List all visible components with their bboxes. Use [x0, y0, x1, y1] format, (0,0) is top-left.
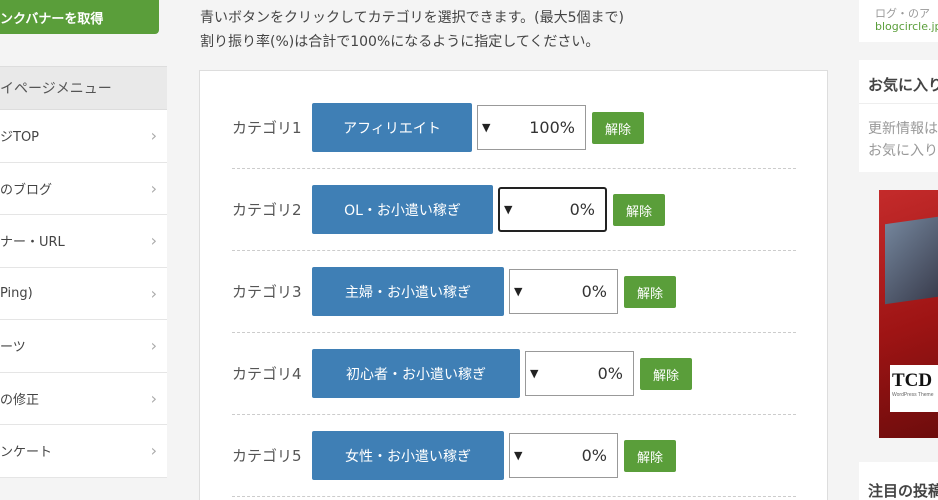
chevron-right-icon: › [150, 283, 157, 303]
menu-item-top[interactable]: ジTOP › [0, 110, 167, 163]
chevron-down-icon: ▼ [514, 285, 523, 298]
favorites-title: お気に入り [859, 60, 938, 104]
percent-value: 0% [581, 446, 607, 465]
category-row: カテゴリ2 OL・お小遣い稼ぎ ▼ 0% 解除 [232, 169, 796, 251]
featured-posts-title: 注目の投稿 [859, 462, 938, 500]
instruction-line: 割り振り率(%)は合計で100%になるように指定してください。 [200, 34, 600, 50]
menu-item-blog[interactable]: のブログ › [0, 163, 167, 215]
menu-item-label: ンケート [0, 445, 53, 461]
percent-value: 100% [529, 118, 575, 137]
chevron-down-icon: ▼ [530, 367, 539, 380]
category-label: カテゴリ2 [232, 201, 302, 219]
menu-item-banner-url[interactable]: ナー・URL › [0, 215, 167, 268]
tcd-ad-banner[interactable]: TCD WordPress Theme [879, 190, 938, 438]
menu-item-label: ナー・URL [0, 235, 65, 251]
category-select-button[interactable]: 女性・お小遣い稼ぎ [312, 431, 504, 480]
blogcircle-link[interactable]: blogcircle.jp [875, 20, 938, 33]
category-panel: カテゴリ1 アフィリエイト ▼ 100% 解除 カテゴリ2 OL・お小遣い稼ぎ ▼… [199, 70, 828, 500]
menu-item-label: Ping) [0, 285, 33, 301]
category-row: カテゴリ4 初心者・お小遣い稼ぎ ▼ 0% 解除 [232, 333, 796, 415]
get-link-banner-button[interactable]: ンクバナーを取得 [0, 0, 159, 34]
chevron-right-icon: › [150, 388, 157, 408]
menu-item-edit[interactable]: の修正 › [0, 373, 167, 425]
instructions: 青いボタンをクリックしてカテゴリを選択できます。(最大5個まで) 割り振り率(%… [200, 6, 624, 54]
clear-button[interactable]: 解除 [613, 194, 665, 226]
percent-value: 0% [581, 282, 607, 301]
my-page-menu-title: イページメニュー [0, 66, 167, 110]
menu-item-parts[interactable]: ーツ › [0, 320, 167, 373]
left-sidebar: ンクバナーを取得 イページメニュー ジTOP › のブログ › ナー・URL › Pi… [0, 0, 167, 500]
percent-select[interactable]: ▼ 0% [509, 269, 618, 314]
favorites-text: お気に入り [868, 143, 938, 159]
category-select-button[interactable]: 主婦・お小遣い稼ぎ [312, 267, 504, 316]
chevron-down-icon: ▼ [514, 449, 523, 462]
instruction-line: 青いボタンをクリックしてカテゴリを選択できます。(最大5個まで) [200, 10, 625, 26]
menu-item-label: ーツ [0, 340, 26, 356]
category-row: カテゴリ5 女性・お小遣い稼ぎ ▼ 0% 解除 [232, 415, 796, 497]
category-label: カテゴリ3 [232, 283, 302, 301]
chevron-right-icon: › [150, 441, 157, 461]
clear-button[interactable]: 解除 [624, 276, 676, 308]
category-row: カテゴリ1 アフィリエイト ▼ 100% 解除 [232, 87, 796, 169]
chevron-down-icon: ▼ [504, 203, 513, 216]
tcd-logo: TCD WordPress Theme [890, 365, 938, 412]
favorites-text: 更新情報は [868, 121, 938, 137]
menu-item-label: の修正 [0, 392, 40, 408]
chevron-right-icon: › [150, 231, 157, 251]
menu-item-ping[interactable]: Ping) › [0, 268, 167, 320]
category-select-button[interactable]: OL・お小遣い稼ぎ [312, 185, 493, 234]
menu-item-label: ジTOP [0, 130, 40, 146]
percent-value: 0% [597, 364, 623, 383]
my-page-menu: ジTOP › のブログ › ナー・URL › Ping) › ーツ › の修正 › ンケート… [0, 110, 167, 478]
chevron-right-icon: › [150, 336, 157, 356]
menu-item-survey[interactable]: ンケート › [0, 425, 167, 478]
percent-select[interactable]: ▼ 0% [525, 351, 634, 396]
category-select-button[interactable]: 初心者・お小遣い稼ぎ [312, 349, 520, 398]
clear-button[interactable]: 解除 [624, 440, 676, 472]
favorites-widget: お気に入り 更新情報は お気に入り [859, 60, 938, 172]
info-text: ログ・のア [875, 7, 930, 20]
clear-button[interactable]: 解除 [592, 112, 644, 144]
clear-button[interactable]: 解除 [640, 358, 692, 390]
percent-select[interactable]: ▼ 0% [509, 433, 618, 478]
ad-screenshot-image [885, 215, 938, 305]
percent-select[interactable]: ▼ 0% [498, 187, 607, 232]
category-select-button[interactable]: アフィリエイト [312, 103, 472, 152]
category-label: カテゴリ4 [232, 365, 302, 383]
menu-item-label: のブログ [0, 182, 53, 198]
blogcircle-info-box: ログ・のア blogcircle.jp [859, 0, 938, 42]
chevron-down-icon: ▼ [482, 121, 491, 134]
percent-value: 0% [569, 200, 595, 219]
chevron-right-icon: › [150, 126, 157, 146]
category-label: カテゴリ5 [232, 447, 302, 465]
percent-select[interactable]: ▼ 100% [477, 105, 586, 150]
chevron-right-icon: › [150, 178, 157, 198]
category-row: カテゴリ3 主婦・お小遣い稼ぎ ▼ 0% 解除 [232, 251, 796, 333]
category-label: カテゴリ1 [232, 119, 302, 137]
